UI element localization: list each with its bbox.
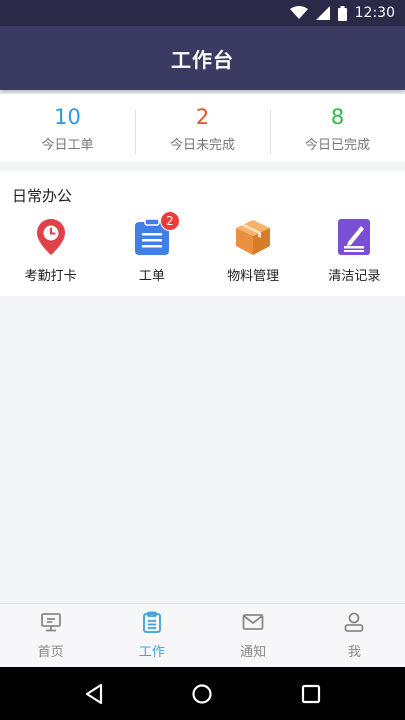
stat-label: 今日未完成 bbox=[169, 137, 235, 153]
mail-icon bbox=[242, 611, 264, 637]
materials-button[interactable]: 物料管理 bbox=[203, 217, 304, 284]
home-circle-icon[interactable] bbox=[187, 679, 217, 709]
notepad-pen-icon bbox=[334, 217, 374, 257]
tab-notifications[interactable]: 通知 bbox=[203, 604, 304, 667]
grid-item-label: 考勤打卡 bbox=[24, 269, 77, 284]
stat-label: 今日已完成 bbox=[304, 137, 370, 153]
stat-value: 8 bbox=[330, 104, 345, 129]
stat-today-finished[interactable]: 8 今日已完成 bbox=[270, 94, 405, 162]
tab-label: 工作 bbox=[138, 645, 165, 660]
stat-label: 今日工单 bbox=[41, 137, 94, 153]
tab-label: 首页 bbox=[37, 645, 64, 660]
grid-item-label: 清洁记录 bbox=[328, 269, 381, 284]
location-pin-icon bbox=[31, 217, 71, 257]
tab-me[interactable]: 我 bbox=[304, 604, 405, 667]
page-title: 工作台 bbox=[171, 47, 234, 72]
tab-work[interactable]: 工作 bbox=[101, 604, 202, 667]
notification-badge: 2 bbox=[159, 211, 180, 231]
tab-home[interactable]: 首页 bbox=[0, 604, 101, 667]
clipboard-icon bbox=[141, 611, 163, 637]
office-grid: 考勤打卡 2 工单 物料管理 清洁记录 bbox=[0, 211, 405, 284]
back-icon[interactable] bbox=[79, 679, 109, 709]
grid-item-label: 工单 bbox=[138, 269, 165, 284]
stat-today-unfinished[interactable]: 2 今日未完成 bbox=[135, 94, 270, 162]
user-icon bbox=[343, 611, 365, 637]
box-icon bbox=[233, 217, 273, 257]
section-title: 日常办公 bbox=[12, 187, 73, 205]
tab-label: 通知 bbox=[240, 645, 267, 660]
clipboard-icon: 2 bbox=[132, 211, 180, 257]
stats-panel: 10 今日工单 2 今日未完成 8 今日已完成 bbox=[0, 94, 405, 162]
app-header: 工作台 bbox=[0, 26, 405, 90]
status-time: 12:30 bbox=[354, 5, 395, 21]
battery-icon bbox=[337, 5, 347, 21]
status-bar: 12:30 bbox=[0, 0, 405, 26]
daily-office-section: 日常办公 考勤打卡 2 工单 物料管理 清洁记录 bbox=[0, 171, 405, 296]
attendance-button[interactable]: 考勤打卡 bbox=[0, 217, 101, 284]
signal-icon bbox=[315, 6, 330, 20]
stat-today-orders[interactable]: 10 今日工单 bbox=[0, 94, 135, 162]
recents-square-icon[interactable] bbox=[296, 679, 326, 709]
monitor-icon bbox=[40, 611, 62, 637]
stat-value: 2 bbox=[195, 104, 210, 129]
cleaning-record-button[interactable]: 清洁记录 bbox=[304, 217, 405, 284]
grid-item-label: 物料管理 bbox=[227, 269, 280, 284]
stat-value: 10 bbox=[54, 104, 81, 129]
system-nav-bar bbox=[0, 667, 405, 720]
bottom-tab-bar: 首页 工作 通知 我 bbox=[0, 603, 405, 667]
tab-label: 我 bbox=[347, 645, 361, 660]
work-order-button[interactable]: 2 工单 bbox=[101, 211, 202, 284]
wifi-icon bbox=[289, 6, 308, 20]
